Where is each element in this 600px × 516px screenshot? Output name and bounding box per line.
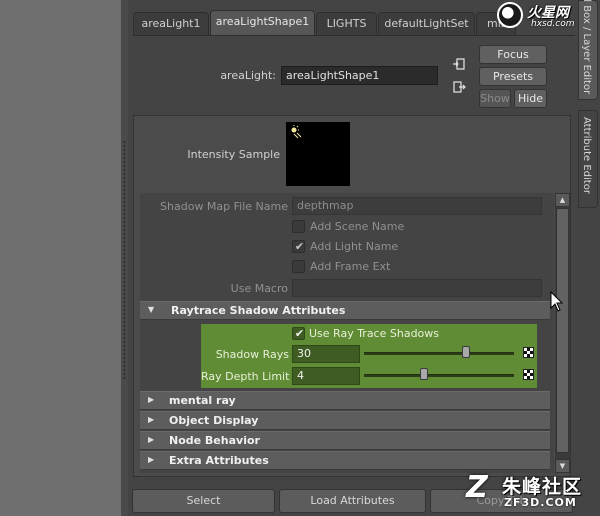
triangle-right-icon: ▶ — [148, 435, 155, 444]
check-mark-icon: ✔ — [294, 240, 305, 253]
vertical-scrollbar[interactable]: ▲ ▼ — [555, 193, 570, 473]
section-object-display[interactable]: ▶ Object Display — [140, 411, 550, 430]
triangle-right-icon: ▶ — [148, 455, 155, 464]
add-frame-ext-checkbox[interactable] — [292, 260, 305, 273]
shadow-rays-label: Shadow Rays — [215, 348, 289, 361]
checker-map-icon[interactable] — [523, 347, 534, 358]
tab-attribute-editor[interactable]: Attribute Editor — [578, 110, 598, 208]
node-name-field[interactable]: areaLightShape1 — [281, 66, 438, 85]
hxsd-watermark: 火星网 hxsd.com — [497, 2, 597, 32]
add-light-name-checkbox[interactable]: ✔ — [292, 240, 305, 253]
use-ray-trace-shadows-checkbox[interactable]: ✔ — [292, 327, 305, 340]
select-button[interactable]: Select — [132, 489, 275, 513]
checker-map-icon[interactable] — [523, 369, 534, 380]
ray-depth-limit-slider-handle[interactable] — [420, 368, 428, 380]
section-title: mental ray — [169, 394, 236, 407]
section-raytrace-shadow[interactable]: ▼ Raytrace Shadow Attributes — [140, 301, 550, 320]
scroll-thumb[interactable] — [556, 208, 569, 453]
section-node-behavior[interactable]: ▶ Node Behavior — [140, 431, 550, 450]
splitter-grip — [123, 140, 126, 380]
node-name-label: areaLight: — [220, 69, 276, 82]
presets-button[interactable]: Presets — [479, 67, 547, 86]
section-extra-attributes[interactable]: ▶ Extra Attributes — [140, 451, 550, 470]
viewport-edge — [0, 0, 121, 516]
add-light-name-label: Add Light Name — [310, 240, 399, 253]
scroll-up-icon[interactable]: ▲ — [555, 193, 570, 207]
mouse-cursor-icon — [550, 290, 564, 313]
tab-defaultlightset[interactable]: defaultLightSet — [378, 12, 475, 36]
ray-depth-limit-label: Ray Depth Limit — [201, 370, 290, 383]
input-connection-icon[interactable] — [452, 57, 466, 71]
ray-depth-limit-field[interactable]: 4 — [292, 367, 360, 385]
vtab-label: Attribute Editor — [581, 117, 592, 194]
use-ray-trace-shadows-label: Use Ray Trace Shadows — [309, 327, 440, 340]
focus-button[interactable]: Focus — [479, 45, 547, 64]
shadow-map-file-name-field[interactable]: depthmap — [292, 197, 542, 215]
watermark-url: hxsd.com — [531, 19, 575, 29]
tab-lights[interactable]: LIGHTS — [316, 12, 377, 36]
shadow-rays-slider-track[interactable] — [364, 352, 514, 355]
show-button[interactable]: Show — [479, 89, 511, 108]
section-title: Node Behavior — [169, 434, 260, 447]
light-source-icon — [289, 125, 303, 139]
add-scene-name-label: Add Scene Name — [310, 220, 405, 233]
add-frame-ext-label: Add Frame Ext — [310, 260, 391, 273]
check-mark-icon: ✔ — [294, 327, 305, 340]
shadow-map-file-name-label: Shadow Map File Name — [160, 200, 288, 213]
tab-arealightshape1[interactable]: areaLightShape1 — [210, 10, 315, 36]
shadow-rays-field[interactable]: 30 — [292, 345, 360, 363]
use-macro-label: Use Macro — [230, 282, 288, 295]
zf3d-logo-icon: Z — [466, 470, 488, 505]
use-macro-field[interactable] — [292, 279, 542, 297]
triangle-down-icon: ▼ — [148, 305, 155, 314]
section-title: Object Display — [169, 414, 259, 427]
load-attributes-button[interactable]: Load Attributes — [279, 489, 426, 513]
shadow-rays-slider-handle[interactable] — [462, 346, 470, 358]
watermark-cn: 朱峰社区 — [502, 476, 583, 498]
section-mental-ray[interactable]: ▶ mental ray — [140, 391, 550, 410]
ray-depth-limit-slider-track[interactable] — [364, 374, 514, 377]
tab-arealight1[interactable]: areaLight1 — [133, 12, 209, 36]
output-connection-icon[interactable] — [452, 80, 466, 94]
zf3d-watermark: Z 朱峰社区 ZF3D.COM — [464, 470, 600, 516]
hxsd-logo-icon — [497, 2, 523, 28]
section-title: Extra Attributes — [169, 454, 269, 467]
section-title: Raytrace Shadow Attributes — [171, 304, 346, 317]
triangle-right-icon: ▶ — [148, 395, 155, 404]
add-scene-name-checkbox[interactable] — [292, 220, 305, 233]
tab-divider — [133, 35, 575, 36]
intensity-sample-label: Intensity Sample — [187, 148, 280, 161]
triangle-right-icon: ▶ — [148, 415, 155, 424]
watermark-en: ZF3D.COM — [504, 496, 577, 509]
hide-button[interactable]: Hide — [514, 89, 547, 108]
